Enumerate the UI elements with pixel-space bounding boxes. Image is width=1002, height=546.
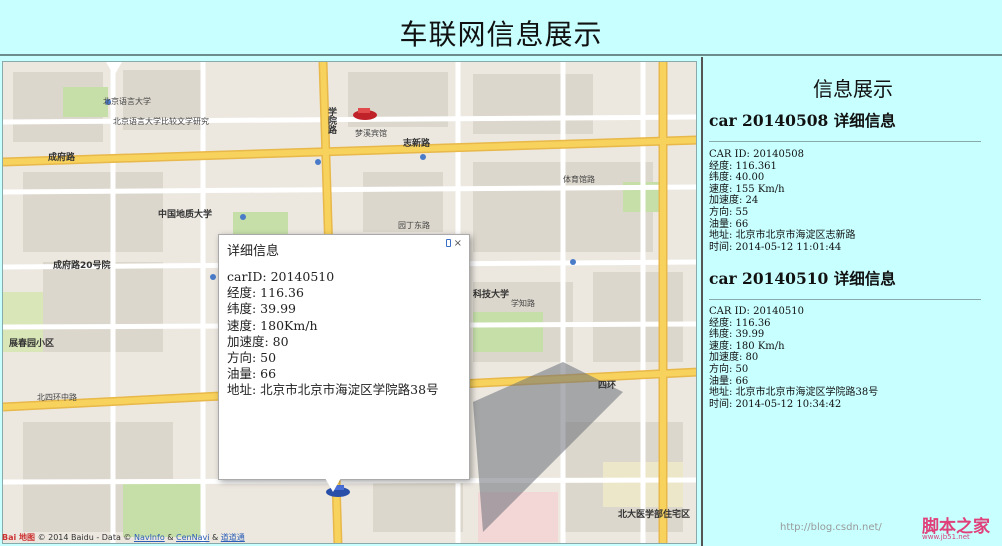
- close-icon[interactable]: ×: [454, 238, 462, 249]
- detail-line: 加速度: 24: [709, 195, 759, 207]
- detail-line: 方向: 55: [709, 206, 749, 218]
- detail-line: 时间: 2014-05-12 10:34:42: [709, 398, 842, 410]
- copyright-amp: &: [164, 533, 177, 542]
- detail-line: 经度: 116.36: [709, 317, 771, 329]
- detail-line: 速度: 180 Km/h: [709, 340, 785, 352]
- detail-line: CAR ID: 20140510: [709, 306, 804, 317]
- cennavi-link[interactable]: CenNavi: [176, 533, 209, 542]
- map-label: 成府路20号院: [53, 261, 111, 271]
- detail-line: 油量: 66: [709, 375, 749, 387]
- map-label: 四环: [598, 381, 617, 391]
- map-label: 展春园小区: [9, 339, 55, 349]
- info-line: 纬度: 39.99: [227, 301, 296, 317]
- page-header: 车联网信息展示: [0, 0, 1002, 56]
- watermark-url: http://blog.csdn.net/: [780, 522, 882, 533]
- map-label: 体育馆路: [563, 175, 595, 184]
- map-label: 学院路: [326, 107, 336, 134]
- map-label: 北京语言大学: [103, 97, 151, 106]
- info-line: 加速度: 80: [227, 333, 289, 349]
- map-label: 北京语言大学比较文学研究: [113, 117, 209, 126]
- detail-line: 加速度: 80: [709, 352, 759, 364]
- watermark-brand-sub: www.jb51.net: [922, 533, 970, 541]
- car-detail: CAR ID: 20140510 经度: 116.36 纬度: 39.99 速度…: [709, 306, 878, 410]
- detail-line: 纬度: 40.00: [709, 172, 765, 184]
- detail-line: 纬度: 39.99: [709, 329, 765, 341]
- detail-line: 油量: 66: [709, 218, 749, 230]
- info-window-pointer: [325, 478, 341, 492]
- map-label: 北四环中路: [37, 393, 77, 402]
- info-line: 方向: 50: [227, 350, 277, 366]
- info-line: 油量: 66: [227, 366, 277, 382]
- map-label: 志新路: [403, 139, 431, 149]
- detail-line: 速度: 155 Km/h: [709, 183, 785, 195]
- page-title: 车联网信息展示: [399, 18, 603, 51]
- divider: [709, 141, 981, 142]
- mobile-icon[interactable]: [446, 239, 451, 247]
- divider: [709, 299, 981, 300]
- detail-line: 经度: 116.361: [709, 160, 777, 172]
- info-panel: 信息展示 car 20140508 详细信息 CAR ID: 20140508 …: [701, 57, 1002, 546]
- map-label: 成府路: [48, 153, 76, 163]
- map-label: 梦溪宾馆: [355, 129, 387, 138]
- car-heading: car 20140508 详细信息: [709, 111, 896, 130]
- info-panel-title: 信息展示: [813, 77, 893, 101]
- detail-line: 地址: 北京市北京市海淀区学院路38号: [709, 387, 879, 399]
- baidu-map-logo[interactable]: Bai 地图: [2, 533, 35, 542]
- car-heading: car 20140510 详细信息: [709, 269, 896, 288]
- map-copyright: Bai 地图 © 2014 Baidu - Data © NavInfo & C…: [2, 532, 245, 543]
- info-line: 经度: 116.36: [227, 285, 304, 301]
- map-label: 北大医学部住宅区: [618, 510, 691, 520]
- detail-line: 地址: 北京市北京市海淀区志新路: [709, 230, 856, 242]
- info-window-body: carID: 20140510 经度: 116.36 纬度: 39.99 速度:…: [227, 269, 439, 399]
- map-label: 学知路: [511, 299, 535, 308]
- navinfo-link[interactable]: NavInfo: [134, 533, 165, 542]
- detail-line: CAR ID: 20140508: [709, 149, 804, 160]
- map-label: 中国地质大学: [158, 210, 213, 220]
- car-detail: CAR ID: 20140508 经度: 116.361 纬度: 40.00 速…: [709, 149, 856, 253]
- info-line: carID: 20140510: [227, 269, 335, 284]
- copyright-text: © 2014 Baidu - Data ©: [37, 533, 134, 542]
- map-label: 科技大学: [473, 290, 510, 300]
- info-window[interactable]: 详细信息 × carID: 20140510 经度: 116.36 纬度: 39…: [218, 234, 470, 480]
- info-line: 地址: 北京市北京市海淀区学院路38号: [227, 382, 439, 398]
- info-line: 速度: 180Km/h: [227, 317, 318, 333]
- daodaotong-link[interactable]: 道道通: [221, 533, 245, 542]
- map-label: 园丁东路: [398, 221, 430, 230]
- detail-line: 方向: 50: [709, 363, 749, 375]
- popup-pointer-spacer: [106, 62, 122, 76]
- info-window-title: 详细信息: [227, 244, 280, 259]
- copyright-amp: &: [209, 533, 221, 542]
- detail-line: 时间: 2014-05-12 11:01:44: [709, 241, 842, 253]
